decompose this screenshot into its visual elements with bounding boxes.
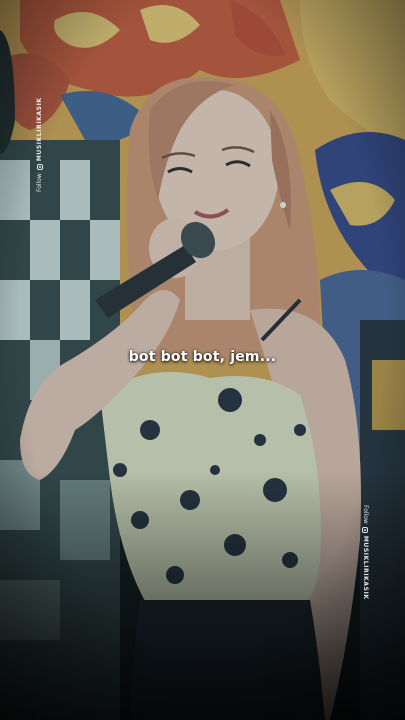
instagram-icon	[36, 164, 43, 171]
watermark-handle: MUSIKLIRIKASIK	[362, 535, 369, 600]
lyric-caption: bot bot bot, jem...	[128, 349, 277, 365]
watermark-handle: MUSIKLIRIKASIK	[36, 97, 43, 162]
watermark-left: Follow MUSIKLIRIKASIK	[36, 97, 43, 192]
watermark-follow-label: Follow	[36, 173, 43, 192]
instagram-icon	[362, 526, 369, 533]
watermark-right: Follow MUSIKLIRIKASIK	[362, 505, 369, 600]
watermark-follow-label: Follow	[362, 505, 369, 524]
